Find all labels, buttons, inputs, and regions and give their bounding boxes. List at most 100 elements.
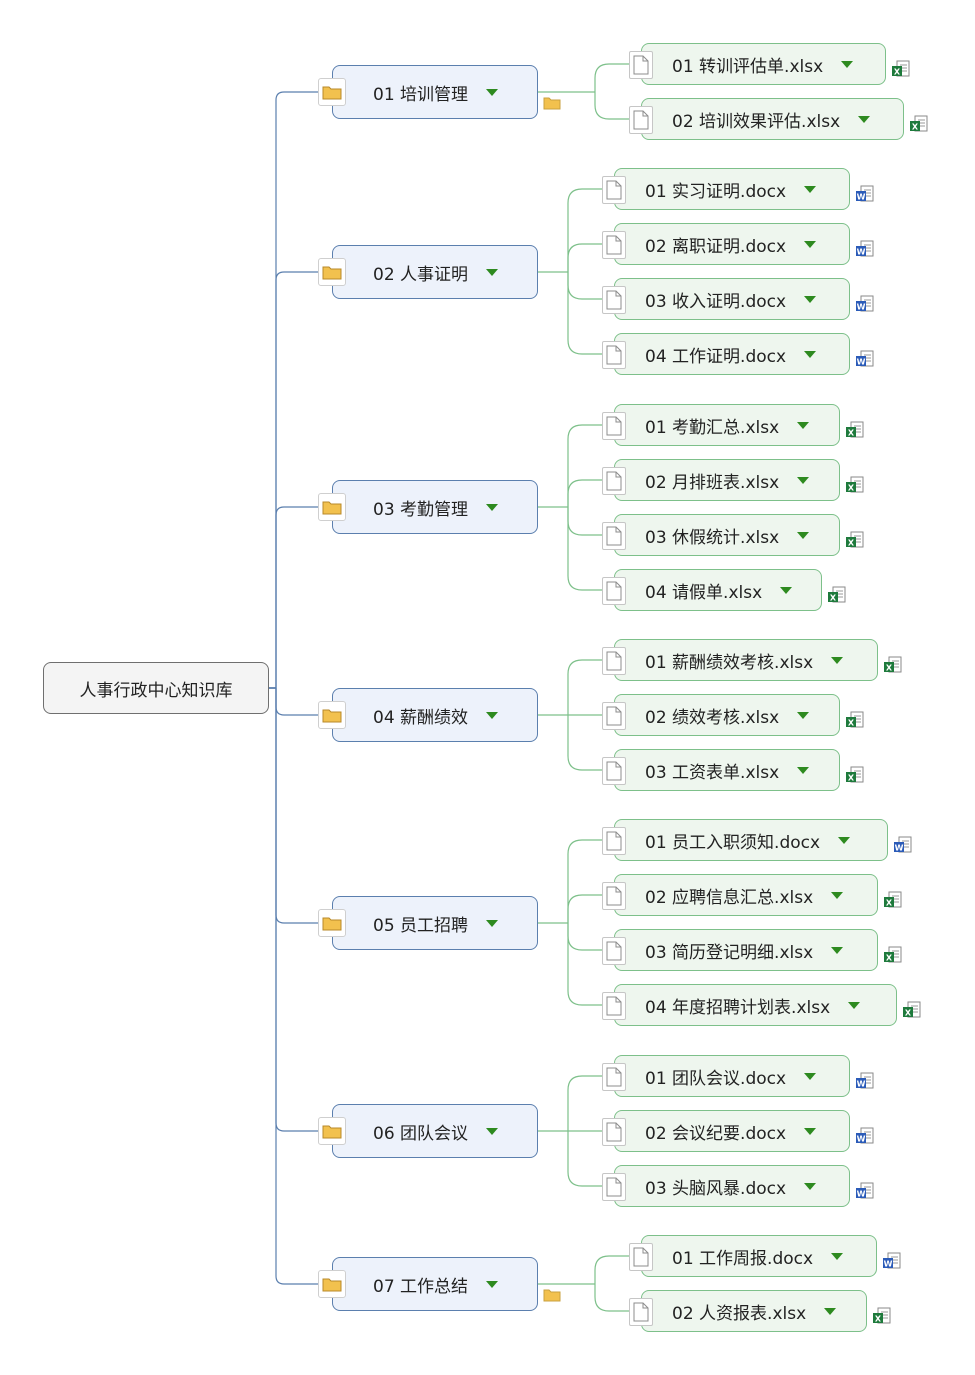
file-node[interactable]: 04 工作证明.docx <box>602 333 850 375</box>
file-node[interactable]: 01 薪酬绩效考核.xlsx <box>602 639 878 681</box>
document-icon <box>602 341 626 369</box>
document-icon <box>629 1243 653 1271</box>
branch-node[interactable]: 02 人事证明 <box>318 245 538 299</box>
dropdown-arrow-icon[interactable] <box>797 711 810 719</box>
dropdown-arrow-icon[interactable] <box>804 185 817 193</box>
dropdown-arrow-icon[interactable] <box>841 60 854 68</box>
dropdown-arrow-icon[interactable] <box>848 1001 861 1009</box>
dropdown-arrow-icon[interactable] <box>804 295 817 303</box>
svg-text:W: W <box>857 193 866 202</box>
dropdown-arrow-icon[interactable] <box>797 476 810 484</box>
file-node[interactable]: 01 实习证明.docx <box>602 168 850 210</box>
word-file-icon: W <box>856 350 874 367</box>
folder-icon <box>318 701 346 729</box>
word-file-icon: W <box>894 836 912 853</box>
svg-text:W: W <box>857 1190 866 1199</box>
branch-node[interactable]: 03 考勤管理 <box>318 480 538 534</box>
dropdown-arrow-icon[interactable] <box>797 421 810 429</box>
excel-file-icon: X <box>846 711 864 728</box>
excel-file-icon: X <box>846 421 864 438</box>
dropdown-arrow-icon[interactable] <box>797 766 810 774</box>
file-node[interactable]: 01 转训评估单.xlsx <box>629 43 886 85</box>
file-node[interactable]: 01 工作周报.docx <box>629 1235 877 1277</box>
branch-label: 02 人事证明 <box>373 264 469 285</box>
branch-node[interactable]: 04 薪酬绩效 <box>318 688 538 742</box>
folder-icon <box>318 1117 346 1145</box>
dropdown-arrow-icon[interactable] <box>486 919 499 927</box>
dropdown-arrow-icon[interactable] <box>831 1252 844 1260</box>
dropdown-arrow-icon[interactable] <box>486 1280 499 1288</box>
file-label: 03 简历登记明细.xlsx <box>645 942 814 963</box>
collapsed-folder-icon[interactable] <box>543 1288 561 1302</box>
file-node[interactable]: 02 绩效考核.xlsx <box>602 694 840 736</box>
file-node[interactable]: 02 应聘信息汇总.xlsx <box>602 874 878 916</box>
branch-node[interactable]: 05 员工招聘 <box>318 896 538 950</box>
file-node[interactable]: 02 月排班表.xlsx <box>602 459 840 501</box>
branch-node[interactable]: 01 培训管理 <box>318 65 538 119</box>
dropdown-arrow-icon[interactable] <box>824 1307 837 1315</box>
svg-text:W: W <box>857 303 866 312</box>
excel-file-icon: X <box>846 531 864 548</box>
document-icon <box>602 231 626 259</box>
root-label: 人事行政中心知识库 <box>79 680 233 701</box>
file-node[interactable]: 04 请假单.xlsx <box>602 569 822 611</box>
dropdown-arrow-icon[interactable] <box>780 586 793 594</box>
file-label: 01 团队会议.docx <box>645 1068 787 1089</box>
file-node[interactable]: 04 年度招聘计划表.xlsx <box>602 984 897 1026</box>
dropdown-arrow-icon[interactable] <box>486 1127 499 1135</box>
file-label: 04 工作证明.docx <box>645 346 787 367</box>
folder-icon <box>318 909 346 937</box>
dropdown-arrow-icon[interactable] <box>804 1182 817 1190</box>
file-label: 02 离职证明.docx <box>645 236 787 257</box>
dropdown-arrow-icon[interactable] <box>486 503 499 511</box>
collapsed-folder-icon[interactable] <box>543 96 561 110</box>
document-icon <box>602 757 626 785</box>
dropdown-arrow-icon[interactable] <box>858 115 871 123</box>
excel-file-icon: X <box>892 60 910 77</box>
svg-text:X: X <box>875 1315 882 1324</box>
folder-icon <box>318 1270 346 1298</box>
file-node[interactable]: 03 简历登记明细.xlsx <box>602 929 878 971</box>
excel-file-icon: X <box>884 946 902 963</box>
branch-node[interactable]: 06 团队会议 <box>318 1104 538 1158</box>
file-node[interactable]: 02 会议纪要.docx <box>602 1110 850 1152</box>
dropdown-arrow-icon[interactable] <box>804 350 817 358</box>
root-node[interactable]: 人事行政中心知识库 <box>43 662 269 714</box>
word-file-icon: W <box>856 1127 874 1144</box>
file-node[interactable]: 03 工资表单.xlsx <box>602 749 840 791</box>
file-node[interactable]: 03 休假统计.xlsx <box>602 514 840 556</box>
file-node[interactable]: 03 头脑风暴.docx <box>602 1165 850 1207</box>
word-file-icon: W <box>883 1252 901 1269</box>
dropdown-arrow-icon[interactable] <box>804 240 817 248</box>
file-node[interactable]: 02 人资报表.xlsx <box>629 1290 867 1332</box>
file-node[interactable]: 03 收入证明.docx <box>602 278 850 320</box>
document-icon <box>602 647 626 675</box>
dropdown-arrow-icon[interactable] <box>831 891 844 899</box>
svg-text:X: X <box>848 719 855 728</box>
dropdown-arrow-icon[interactable] <box>486 268 499 276</box>
dropdown-arrow-icon[interactable] <box>831 656 844 664</box>
dropdown-arrow-icon[interactable] <box>486 711 499 719</box>
svg-text:W: W <box>857 1135 866 1144</box>
svg-text:W: W <box>857 358 866 367</box>
file-node[interactable]: 01 考勤汇总.xlsx <box>602 404 840 446</box>
branch-label: 05 员工招聘 <box>373 915 469 936</box>
dropdown-arrow-icon[interactable] <box>804 1072 817 1080</box>
file-label: 02 应聘信息汇总.xlsx <box>645 887 814 908</box>
dropdown-arrow-icon[interactable] <box>804 1127 817 1135</box>
dropdown-arrow-icon[interactable] <box>831 946 844 954</box>
folder-icon <box>318 78 346 106</box>
file-node[interactable]: 01 员工入职须知.docx <box>602 819 888 861</box>
file-node[interactable]: 02 培训效果评估.xlsx <box>629 98 904 140</box>
file-node[interactable]: 01 团队会议.docx <box>602 1055 850 1097</box>
dropdown-arrow-icon[interactable] <box>797 531 810 539</box>
document-icon <box>602 522 626 550</box>
dropdown-arrow-icon[interactable] <box>486 88 499 96</box>
dropdown-arrow-icon[interactable] <box>838 836 851 844</box>
file-node[interactable]: 02 离职证明.docx <box>602 223 850 265</box>
file-label: 01 考勤汇总.xlsx <box>645 417 780 438</box>
document-icon <box>602 992 626 1020</box>
file-label: 02 会议纪要.docx <box>645 1123 787 1144</box>
branch-node[interactable]: 07 工作总结 <box>318 1257 538 1311</box>
excel-file-icon: X <box>910 115 928 132</box>
